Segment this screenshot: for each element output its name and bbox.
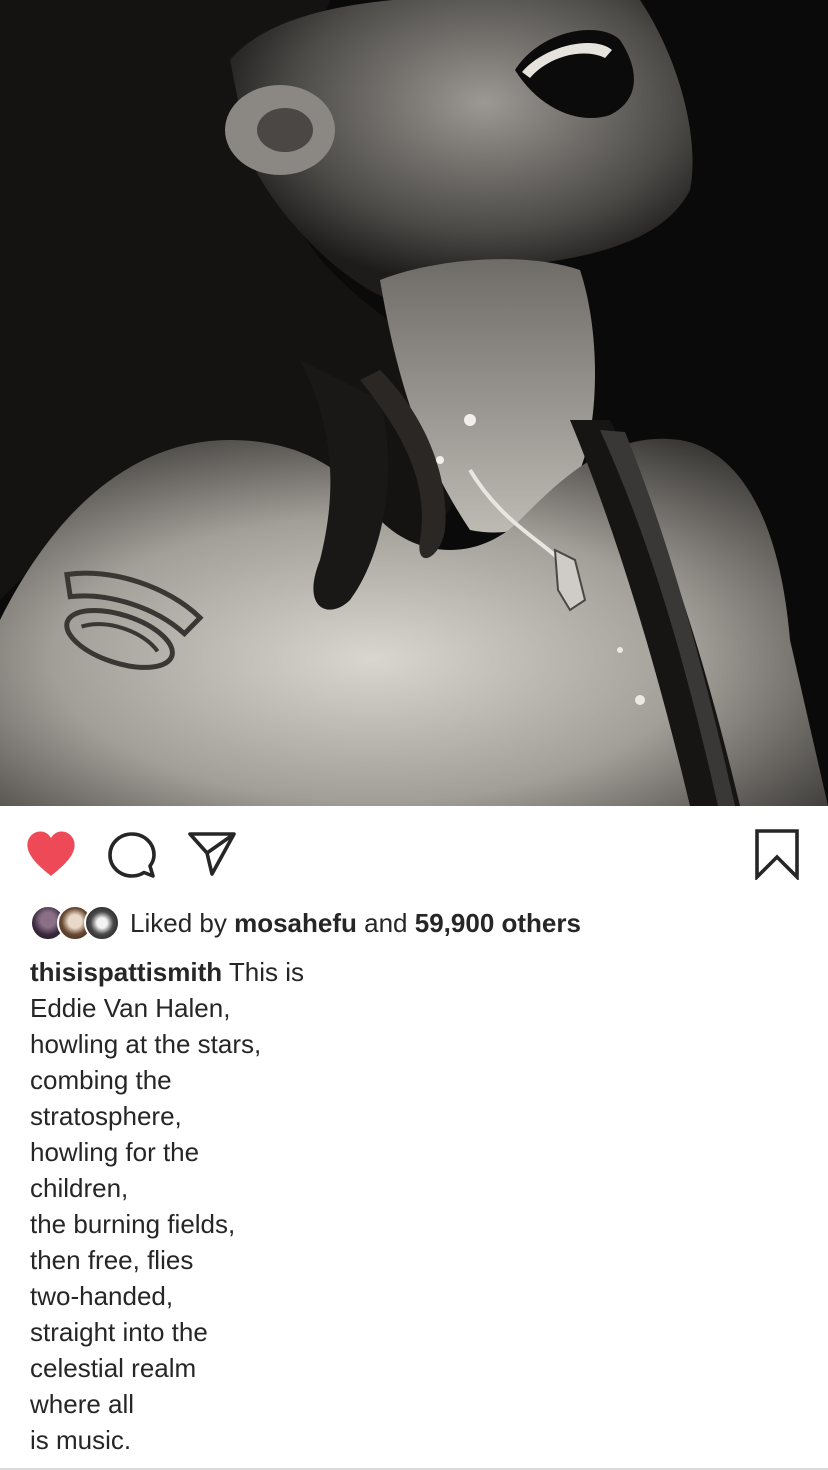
post-caption: thisispattismith This is Eddie Van Halen… (30, 954, 450, 1458)
likes-connector: and (364, 908, 408, 938)
caption-line: celestial realm (30, 1353, 197, 1383)
caption-line: howling at the stars, (30, 1029, 262, 1059)
post-photo-illustration (0, 0, 828, 806)
caption-line: two-handed, (30, 1281, 174, 1311)
liker-avatars[interactable] (30, 905, 122, 941)
caption-line: howling for the (30, 1137, 200, 1167)
caption-text: This is (228, 957, 305, 987)
liker-username-link[interactable]: mosahefu (234, 908, 357, 938)
caption-line: where all (30, 1389, 135, 1419)
caption-line: then free, flies (30, 1245, 194, 1275)
likes-summary: Liked by mosahefu and 59,900 others (130, 905, 581, 941)
post-action-bar (0, 806, 828, 902)
heart-filled-icon (27, 831, 75, 876)
likes-row: Liked by mosahefu and 59,900 others (30, 904, 581, 942)
caption-line: combing the (30, 1065, 172, 1095)
caption-line: is music. (30, 1425, 132, 1455)
bookmark-icon (755, 829, 799, 880)
comment-bubble-icon (108, 832, 156, 878)
caption-first-line: thisispattismith This is (30, 954, 450, 990)
caption-line: stratosphere, (30, 1101, 182, 1131)
avatar (84, 905, 120, 941)
post-photo[interactable] (0, 0, 828, 806)
share-button[interactable] (188, 831, 236, 877)
likes-prefix: Liked by (130, 908, 227, 938)
like-button[interactable] (26, 830, 76, 878)
save-button[interactable] (754, 828, 800, 880)
caption-line: the burning fields, (30, 1209, 236, 1239)
caption-username-link[interactable]: thisispattismith (30, 957, 222, 987)
caption-line: straight into the (30, 1317, 208, 1347)
paper-plane-icon (188, 832, 236, 876)
caption-line: Eddie Van Halen, (30, 993, 231, 1023)
likes-count-link[interactable]: 59,900 others (415, 908, 581, 938)
caption-line: children, (30, 1173, 129, 1203)
comment-button[interactable] (108, 832, 156, 880)
